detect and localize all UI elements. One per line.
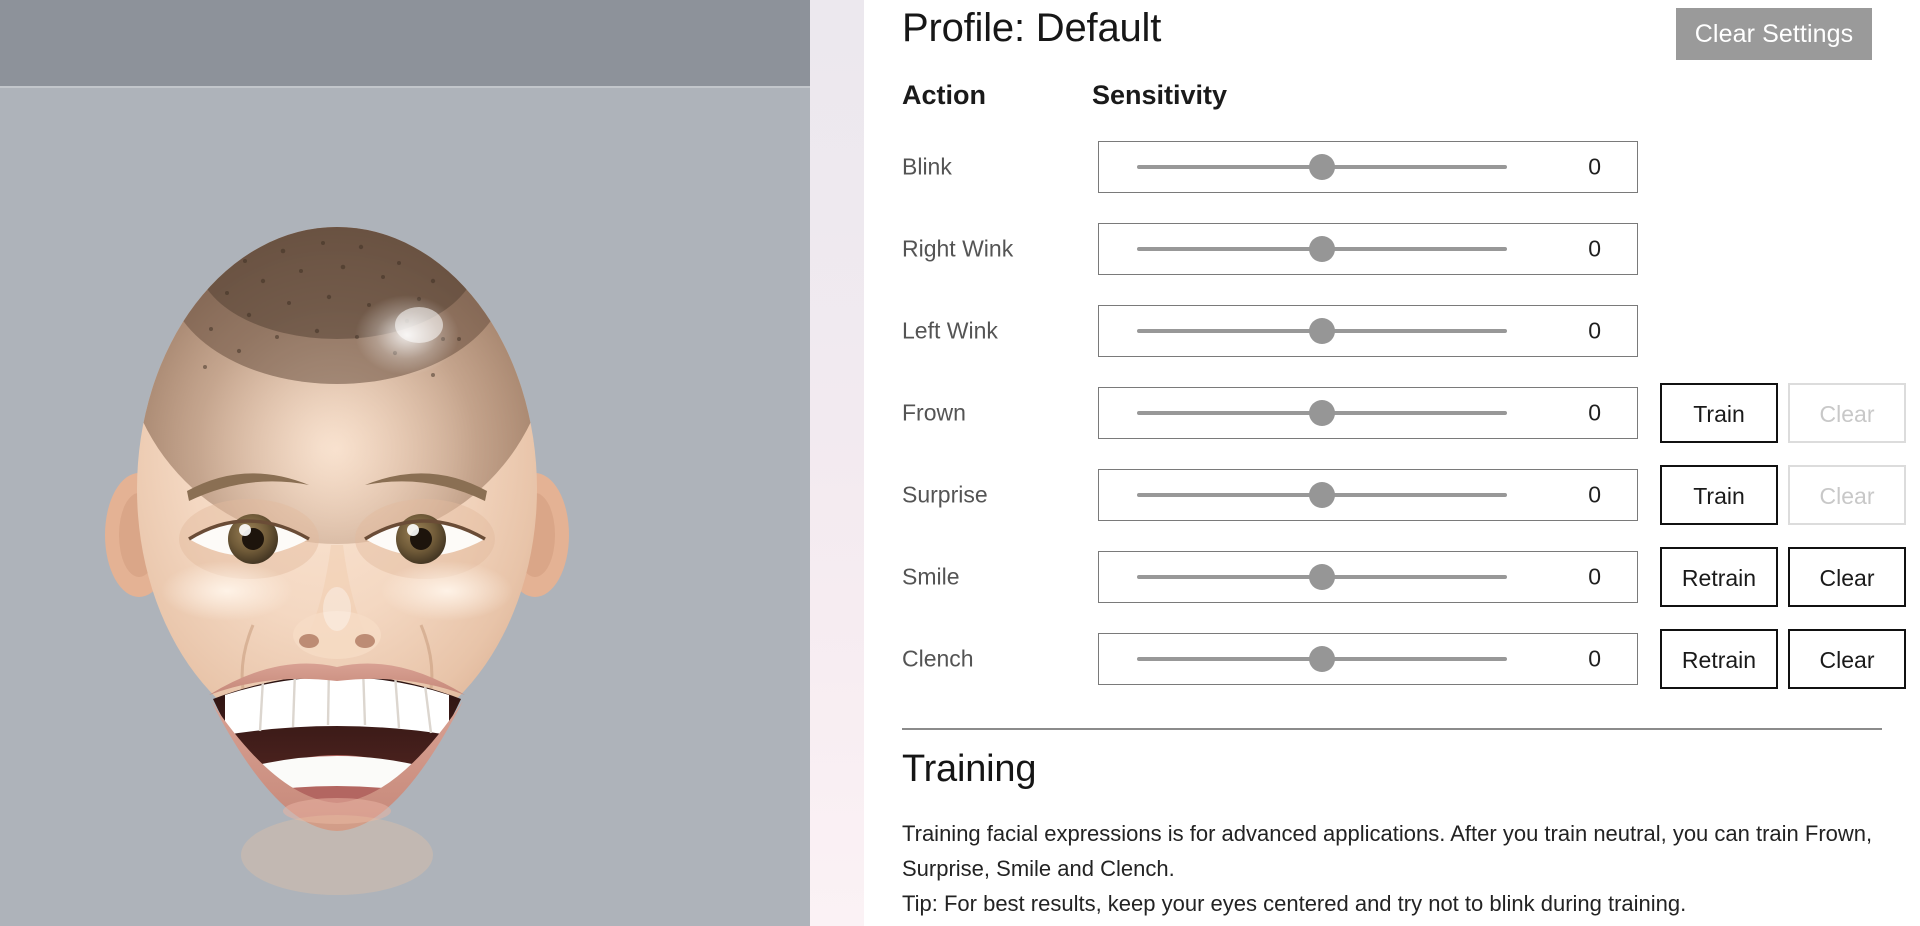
sensitivity-slider[interactable]	[1137, 482, 1507, 508]
training-paragraph: Training facial expressions is for advan…	[902, 821, 1873, 881]
action-label: Frown	[902, 399, 966, 426]
training-paragraph: Tip: For best results, keep your eyes ce…	[902, 891, 1687, 916]
sensitivity-slider-container[interactable]: 0	[1098, 469, 1638, 521]
slider-thumb[interactable]	[1309, 564, 1335, 590]
clear-settings-button[interactable]: Clear Settings	[1676, 8, 1872, 60]
action-row: Clench 0 Retrain Clear	[864, 618, 1920, 700]
column-header-action: Action	[902, 80, 986, 110]
action-row: Frown 0 Train Clear	[864, 372, 1920, 454]
clear-button[interactable]: Clear	[1788, 547, 1906, 607]
action-row: Surprise 0 Train Clear	[864, 454, 1920, 536]
action-label: Blink	[902, 153, 952, 180]
clear-button: Clear	[1788, 383, 1906, 443]
training-description: Training facial expressions is for advan…	[902, 816, 1882, 921]
column-header-sensitivity: Sensitivity	[1092, 80, 1228, 110]
sensitivity-slider-container[interactable]: 0	[1098, 141, 1638, 193]
sensitivity-slider-container[interactable]: 0	[1098, 633, 1638, 685]
slider-thumb[interactable]	[1309, 646, 1335, 672]
sensitivity-slider[interactable]	[1137, 646, 1507, 672]
sensitivity-slider-container[interactable]: 0	[1098, 223, 1638, 275]
sensitivity-slider[interactable]	[1137, 564, 1507, 590]
sensitivity-value: 0	[1588, 317, 1601, 344]
sensitivity-slider[interactable]	[1137, 318, 1507, 344]
clear-button[interactable]: Clear	[1788, 629, 1906, 689]
section-divider	[902, 728, 1882, 730]
action-row: Left Wink 0	[864, 290, 1920, 372]
train-button[interactable]: Retrain	[1660, 629, 1778, 689]
action-row: Right Wink 0	[864, 208, 1920, 290]
settings-panel: Profile: Default Clear Settings Action S…	[864, 0, 1920, 926]
avatar	[77, 139, 597, 926]
slider-thumb[interactable]	[1309, 482, 1335, 508]
action-rows: Blink 0 Right Wink 0 Left Wink 0 Frown 0 Train Cl…	[864, 126, 1920, 700]
training-heading: Training	[902, 748, 1037, 790]
avatar-preview-panel	[0, 0, 810, 926]
sensitivity-value: 0	[1588, 235, 1601, 262]
slider-thumb[interactable]	[1309, 236, 1335, 262]
panel-seam-divider	[810, 0, 864, 926]
preview-top-bar	[0, 0, 810, 86]
sensitivity-slider-container[interactable]: 0	[1098, 551, 1638, 603]
sensitivity-value: 0	[1588, 153, 1601, 180]
action-label: Clench	[902, 645, 974, 672]
slider-thumb[interactable]	[1309, 400, 1335, 426]
action-label: Smile	[902, 563, 960, 590]
app-root: Profile: Default Clear Settings Action S…	[0, 0, 1920, 926]
page-title: Profile: Default	[902, 6, 1162, 50]
action-label: Surprise	[902, 481, 988, 508]
avatar-stage	[0, 88, 810, 926]
action-row: Smile 0 Retrain Clear	[864, 536, 1920, 618]
train-button[interactable]: Train	[1660, 465, 1778, 525]
slider-thumb[interactable]	[1309, 318, 1335, 344]
sensitivity-slider[interactable]	[1137, 400, 1507, 426]
sensitivity-value: 0	[1588, 399, 1601, 426]
clear-button: Clear	[1788, 465, 1906, 525]
action-row: Blink 0	[864, 126, 1920, 208]
sensitivity-slider-container[interactable]: 0	[1098, 387, 1638, 439]
train-button[interactable]: Retrain	[1660, 547, 1778, 607]
slider-thumb[interactable]	[1309, 154, 1335, 180]
sensitivity-slider[interactable]	[1137, 154, 1507, 180]
sensitivity-value: 0	[1588, 481, 1601, 508]
sensitivity-value: 0	[1588, 563, 1601, 590]
avatar-face-icon	[105, 227, 569, 895]
action-label: Left Wink	[902, 317, 998, 344]
sensitivity-slider-container[interactable]: 0	[1098, 305, 1638, 357]
sensitivity-slider[interactable]	[1137, 236, 1507, 262]
sensitivity-value: 0	[1588, 645, 1601, 672]
action-label: Right Wink	[902, 235, 1014, 262]
train-button[interactable]: Train	[1660, 383, 1778, 443]
